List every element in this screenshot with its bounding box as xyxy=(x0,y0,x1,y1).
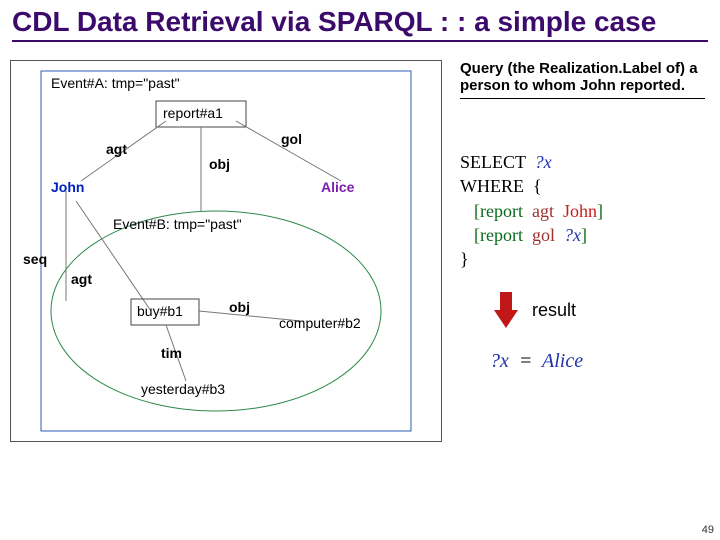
brace-close: } xyxy=(460,249,469,269)
answer: ?x = Alice xyxy=(490,350,583,373)
edge-agt-2: agt xyxy=(71,271,92,287)
term-gol: gol xyxy=(532,225,555,245)
kw-where: WHERE xyxy=(460,176,524,196)
answer-var: ?x xyxy=(490,350,509,372)
edge-agt: agt xyxy=(106,141,127,157)
event-a-label: Event#A: tmp="past" xyxy=(51,75,180,91)
report-node: report#a1 xyxy=(163,105,223,121)
computer-node: computer#b2 xyxy=(279,315,361,331)
query-description: Query (the Realization.Label of) a perso… xyxy=(460,60,705,99)
buy-node: buy#b1 xyxy=(137,303,183,319)
edge-tim: tim xyxy=(161,345,182,361)
result-row: result xyxy=(490,290,576,330)
bracket-close-1: ] xyxy=(597,201,603,221)
diagram-svg xyxy=(11,61,441,441)
result-label: result xyxy=(532,300,576,321)
answer-value: Alice xyxy=(542,350,583,372)
var-x-2: ?x xyxy=(564,225,581,245)
var-x-1: ?x xyxy=(535,152,552,172)
term-report-2: report xyxy=(480,225,523,245)
cdl-diagram: Event#A: tmp="past" report#a1 agt gol ob… xyxy=(10,60,442,442)
edge-obj-1: obj xyxy=(209,156,230,172)
edge-obj-2: obj xyxy=(229,299,250,315)
john-node: John xyxy=(51,179,84,195)
edge-seq: seq xyxy=(23,251,47,267)
kw-select: SELECT xyxy=(460,152,526,172)
edge-gol: gol xyxy=(281,131,302,147)
slide-title: CDL Data Retrieval via SPARQL : : a simp… xyxy=(12,6,708,42)
brace-open: { xyxy=(533,176,542,196)
yesterday-node: yesterday#b3 xyxy=(141,381,225,397)
term-agt: agt xyxy=(532,201,554,221)
alice-node: Alice xyxy=(321,179,354,195)
sparql-query: SELECT ?x WHERE { [report agt John] [rep… xyxy=(460,150,710,271)
term-report-1: report xyxy=(480,201,523,221)
answer-eq: = xyxy=(519,350,533,372)
term-john: John xyxy=(563,201,597,221)
down-arrow-icon xyxy=(490,290,522,330)
event-b-label: Event#B: tmp="past" xyxy=(113,216,242,232)
bracket-close-2: ] xyxy=(581,225,587,245)
page-number: 49 xyxy=(702,524,714,536)
